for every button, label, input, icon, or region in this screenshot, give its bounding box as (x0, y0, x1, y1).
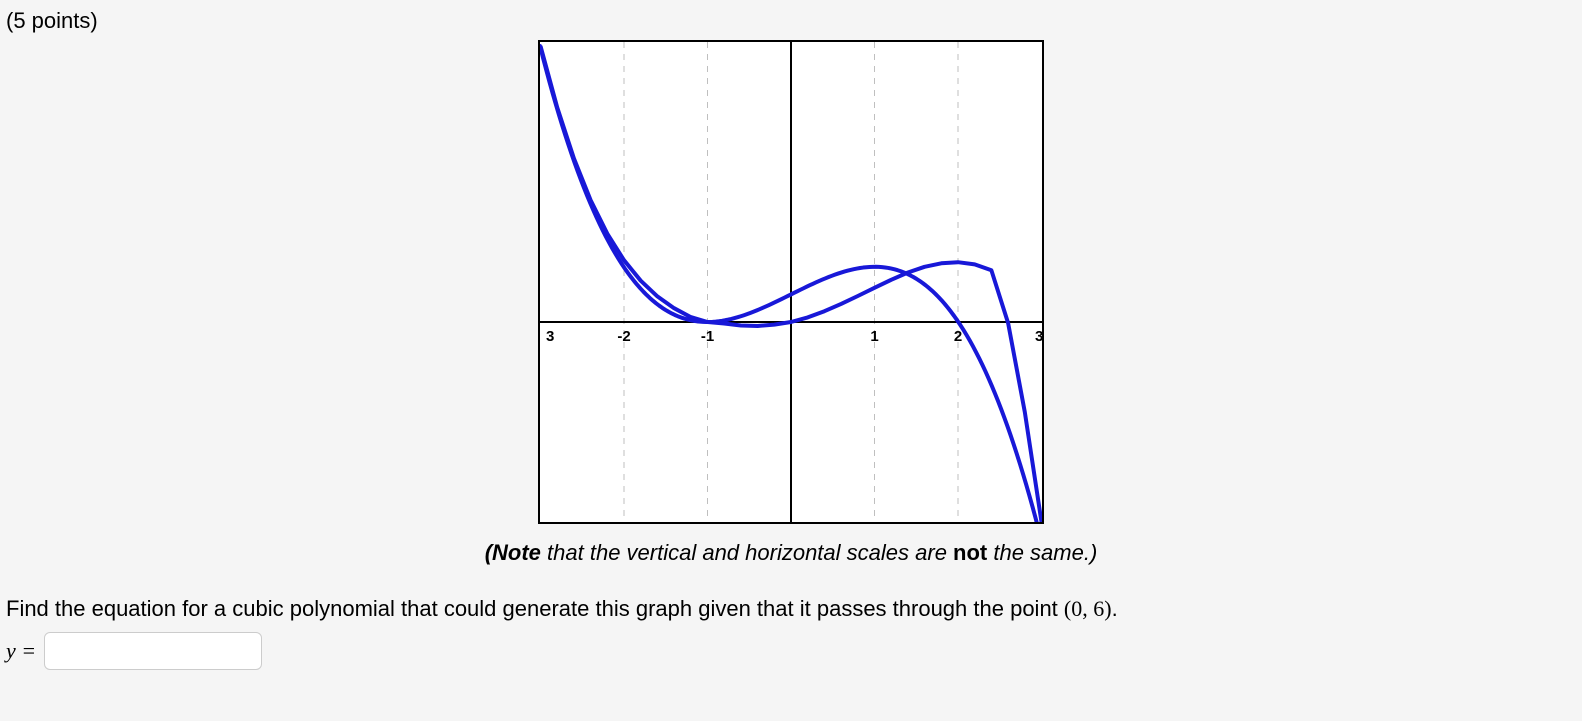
note-prefix: (Note (485, 540, 541, 565)
x-tick-3: 3 (1035, 328, 1043, 345)
x-tick-1: 1 (870, 328, 878, 345)
note-suffix: the same.) (987, 540, 1097, 565)
question-before: Find the equation for a cubic polynomial… (6, 596, 1064, 621)
scale-note: (Note that the vertical and horizontal s… (6, 540, 1576, 566)
question-point: (0, 6) (1064, 596, 1112, 621)
answer-row: y = (6, 632, 1576, 670)
x-tick-neg1: -1 (701, 328, 714, 345)
question-after: . (1112, 596, 1118, 621)
answer-input[interactable] (44, 632, 262, 670)
answer-label: y = (6, 638, 36, 664)
points-label: (5 points) (6, 8, 1576, 34)
x-tick-2: 2 (954, 328, 962, 345)
question-text: Find the equation for a cubic polynomial… (6, 596, 1576, 622)
note-not: not (953, 540, 987, 565)
x-tick-neg3: 3 (546, 328, 554, 345)
x-tick-neg2: -2 (617, 328, 630, 345)
note-middle: that the vertical and horizontal scales … (541, 540, 953, 565)
graph-plot: 3 -2 -1 1 2 3 (538, 40, 1044, 524)
graph-wrapper: 3 -2 -1 1 2 3 (Note that the vertical an… (6, 40, 1576, 566)
